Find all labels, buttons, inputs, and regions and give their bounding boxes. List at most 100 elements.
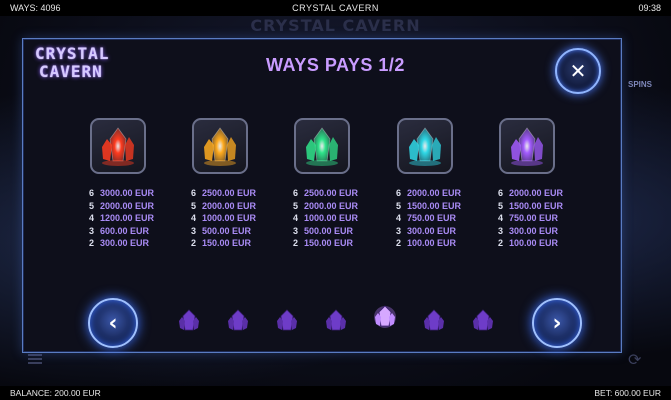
- pay-row: 6 2500.00 EUR: [191, 187, 256, 200]
- pay-row: 5 1500.00 EUR: [498, 200, 563, 213]
- pay-row: 6 2000.00 EUR: [498, 187, 563, 200]
- pay-row: 2 150.00 EUR: [191, 237, 256, 250]
- green-crystal-pays-list: 6 2500.00 EUR 5 2000.00 EUR 4 1000.00 EUR 3 500…: [293, 187, 358, 250]
- pay-amount: 300.00 EUR: [509, 225, 559, 236]
- page-dot-crystal-icon[interactable]: [325, 308, 347, 334]
- pay-amount: 500.00 EUR: [202, 225, 252, 236]
- chevron-right-icon: ›: [552, 310, 562, 336]
- pay-amount: 2000.00 EUR: [407, 188, 462, 198]
- page-dot-crystal-icon[interactable]: [276, 308, 298, 334]
- pay-amount: 100.00 EUR: [509, 238, 559, 248]
- pay-amount: 600.00 EUR: [100, 225, 150, 236]
- pay-count: 5: [498, 200, 504, 211]
- pay-amount: 1500.00 EUR: [407, 200, 462, 211]
- bottom-status-bar: BALANCE: 200.00 EUR BET: 600.00 EUR: [0, 386, 671, 400]
- pay-count: 4: [396, 213, 402, 223]
- pay-amount: 2000.00 EUR: [509, 188, 564, 198]
- red-crystal-symbol-icon: [90, 118, 146, 174]
- pay-count: 3: [191, 225, 197, 236]
- pay-amount: 100.00 EUR: [407, 238, 457, 248]
- pay-amount: 750.00 EUR: [509, 213, 559, 223]
- pay-count: 3: [293, 225, 299, 236]
- bet-display: BET: 600.00 EUR: [594, 388, 661, 398]
- pay-row: 4 750.00 EUR: [498, 212, 563, 225]
- pay-count: 3: [498, 225, 504, 236]
- pay-row: 4 1000.00 EUR: [191, 212, 256, 225]
- pay-amount: 1000.00 EUR: [202, 213, 257, 223]
- clock: 09:38: [638, 3, 661, 13]
- pay-row: 2 100.00 EUR: [498, 237, 563, 250]
- pay-amount: 750.00 EUR: [407, 213, 457, 223]
- pay-count: 6: [293, 188, 299, 198]
- chevron-left-icon: ‹: [108, 310, 118, 336]
- cyan-crystal-symbol-icon: [397, 118, 453, 174]
- prev-page-button[interactable]: ‹: [88, 298, 138, 348]
- pay-count: 5: [191, 200, 197, 211]
- pay-count: 6: [191, 188, 197, 198]
- pay-amount: 150.00 EUR: [202, 238, 252, 248]
- pay-amount: 2000.00 EUR: [202, 200, 257, 211]
- pay-amount: 2000.00 EUR: [100, 200, 155, 211]
- pay-amount: 1000.00 EUR: [304, 213, 359, 223]
- purple-crystal-pays-list: 6 2000.00 EUR 5 1500.00 EUR 4 750.00 EUR 3 300.…: [498, 187, 563, 250]
- page-dot-crystal-icon[interactable]: [227, 308, 249, 334]
- pay-amount: 2500.00 EUR: [202, 188, 257, 198]
- pay-row: 5 2000.00 EUR: [89, 200, 154, 213]
- pay-count: 2: [396, 238, 402, 248]
- page-dot-crystal-icon[interactable]: [472, 308, 494, 334]
- orange-crystal-pays-list: 6 2500.00 EUR 5 2000.00 EUR 4 1000.00 EUR 3 500…: [191, 187, 256, 250]
- pay-row: 4 1200.00 EUR: [89, 212, 154, 225]
- background-spins-label: SPINS: [628, 80, 653, 89]
- top-status-bar: WAYS: 4096 CRYSTAL CAVERN 09:38: [0, 0, 671, 16]
- background-game-title: CRYSTAL CAVERN: [250, 16, 421, 35]
- menu-icon: [28, 352, 42, 366]
- pay-row: 2 100.00 EUR: [396, 237, 461, 250]
- purple-crystal-symbol-icon: [499, 118, 555, 174]
- pay-row: 5 1500.00 EUR: [396, 200, 461, 213]
- page-dot-crystal-icon[interactable]: [374, 304, 396, 330]
- close-icon: ✕: [569, 59, 587, 83]
- pay-row: 6 2500.00 EUR: [293, 187, 358, 200]
- refresh-icon: ⟳: [628, 352, 642, 369]
- pay-count: 2: [293, 238, 299, 248]
- pay-row: 5 2000.00 EUR: [293, 200, 358, 213]
- pay-count: 3: [396, 225, 402, 236]
- pay-count: 6: [89, 188, 95, 198]
- pay-count: 2: [191, 238, 197, 248]
- pay-amount: 500.00 EUR: [304, 225, 354, 236]
- pay-count: 5: [293, 200, 299, 211]
- pay-row: 5 2000.00 EUR: [191, 200, 256, 213]
- close-button[interactable]: ✕: [555, 48, 601, 94]
- page-dot-crystal-icon[interactable]: [423, 308, 445, 334]
- orange-crystal-symbol-icon: [192, 118, 248, 174]
- pay-count: 6: [498, 188, 504, 198]
- game-name: CRYSTAL CAVERN: [292, 3, 379, 13]
- pay-count: 4: [498, 213, 504, 223]
- pay-amount: 150.00 EUR: [304, 238, 354, 248]
- pay-row: 6 3000.00 EUR: [89, 187, 154, 200]
- pay-count: 5: [396, 200, 402, 211]
- next-page-button[interactable]: ›: [532, 298, 582, 348]
- pay-row: 2 150.00 EUR: [293, 237, 358, 250]
- pay-row: 4 1000.00 EUR: [293, 212, 358, 225]
- pay-row: 4 750.00 EUR: [396, 212, 461, 225]
- pay-count: 3: [89, 225, 95, 236]
- page-dot-crystal-icon[interactable]: [178, 308, 200, 334]
- green-crystal-symbol-icon: [294, 118, 350, 174]
- pay-amount: 2000.00 EUR: [304, 200, 359, 211]
- balance-display: BALANCE: 200.00 EUR: [10, 388, 101, 398]
- pay-row: 3 500.00 EUR: [293, 225, 358, 238]
- pay-row: 3 300.00 EUR: [396, 225, 461, 238]
- pay-count: 6: [396, 188, 402, 198]
- pay-row: 3 500.00 EUR: [191, 225, 256, 238]
- pay-row: 3 300.00 EUR: [498, 225, 563, 238]
- pay-amount: 300.00 EUR: [407, 225, 457, 236]
- cyan-crystal-pays-list: 6 2000.00 EUR 5 1500.00 EUR 4 750.00 EUR 3 300.…: [396, 187, 461, 250]
- pay-amount: 1500.00 EUR: [509, 200, 564, 211]
- pay-count: 2: [498, 238, 504, 248]
- pay-count: 5: [89, 200, 95, 211]
- pay-amount: 2500.00 EUR: [304, 188, 359, 198]
- pay-amount: 1200.00 EUR: [100, 213, 155, 223]
- pay-amount: 3000.00 EUR: [100, 188, 155, 198]
- pay-row: 3 600.00 EUR: [89, 225, 154, 238]
